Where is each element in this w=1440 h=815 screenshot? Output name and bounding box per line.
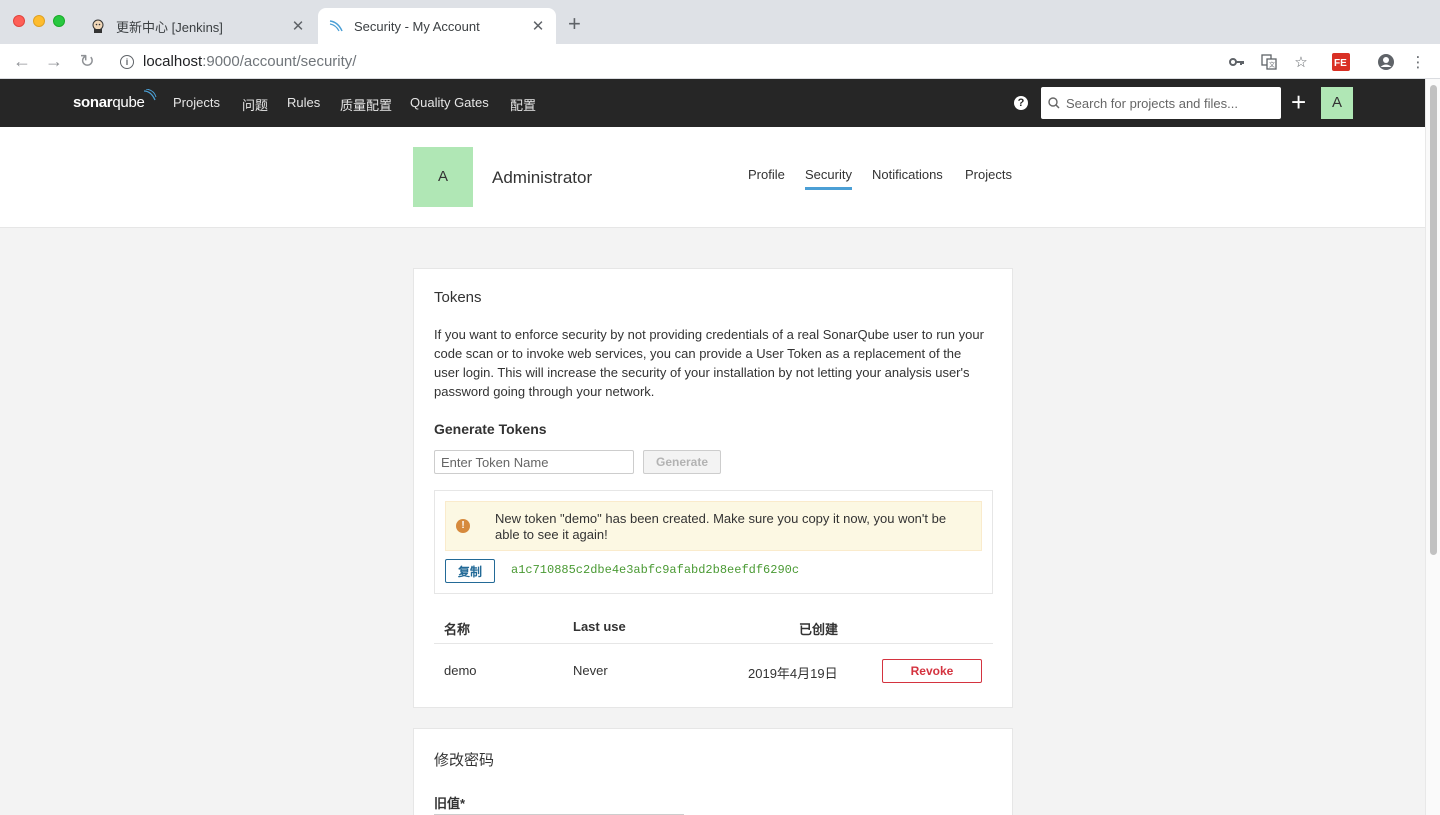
logo-wave-icon <box>143 89 157 101</box>
account-name: Administrator <box>492 168 593 187</box>
key-icon[interactable] <box>1227 52 1247 72</box>
url-host: localhost <box>143 53 203 70</box>
copy-button[interactable]: 复制 <box>445 559 495 583</box>
account-avatar: A <box>413 147 473 207</box>
jenkins-favicon-icon <box>90 18 106 34</box>
tab-security[interactable]: Security <box>805 167 852 190</box>
browser-toolbar: ← → ↻ i localhost:9000/account/security/… <box>0 44 1440 79</box>
browser-tab-security[interactable]: Security - My Account ✕ <box>318 8 556 44</box>
bookmark-star-icon[interactable]: ☆ <box>1291 52 1311 72</box>
browser-tabstrip: 更新中心 [Jenkins] ✕ Security - My Account ✕… <box>0 0 1440 44</box>
create-plus-icon[interactable]: + <box>1291 89 1306 115</box>
new-token-box: ! New token "demo" has been created. Mak… <box>434 490 993 594</box>
new-tab-plus-icon[interactable]: + <box>568 13 581 35</box>
change-password-title: 修改密码 <box>434 752 495 769</box>
scrollbar-thumb[interactable] <box>1430 85 1437 555</box>
token-value[interactable]: a1c710885c2dbe4e3abfc9afabd2b8eefdf6290c <box>511 563 799 577</box>
profile-account-icon[interactable] <box>1376 52 1396 72</box>
warning-icon: ! <box>456 519 470 533</box>
address-bar[interactable]: i localhost:9000/account/security/ <box>108 47 1218 76</box>
header-created: 已创建 <box>799 622 839 637</box>
svg-text:文: 文 <box>1269 61 1275 69</box>
tab-title: Security - My Account <box>354 18 480 34</box>
tab-profile[interactable]: Profile <box>748 167 785 187</box>
token-created-cell: 2019年4月19日 <box>748 666 838 681</box>
svg-text:FE: FE <box>1334 58 1347 69</box>
page-scrollbar[interactable] <box>1425 79 1440 815</box>
reload-icon[interactable]: ↻ <box>76 50 98 72</box>
nav-rules[interactable]: Rules <box>287 95 320 110</box>
window-minimize-button[interactable] <box>33 15 45 27</box>
alert-message: New token "demo" has been created. Make … <box>495 511 947 542</box>
token-name-cell: demo <box>444 663 477 678</box>
generate-button[interactable]: Generate <box>643 450 721 474</box>
tokens-description: If you want to enforce security by not p… <box>434 327 984 399</box>
nav-quality-profiles[interactable]: 质量配置 <box>340 95 392 114</box>
browser-menu-icon[interactable]: ⋮ <box>1408 52 1428 72</box>
search-icon <box>1048 97 1060 109</box>
site-info-icon[interactable]: i <box>120 54 134 69</box>
sonarqube-favicon-icon <box>328 18 344 34</box>
tokens-panel: Tokens If you want to enforce security b… <box>413 268 1013 708</box>
user-avatar[interactable]: A <box>1321 87 1353 119</box>
generate-tokens-title: Generate Tokens <box>434 421 547 437</box>
nav-projects[interactable]: Projects <box>173 95 220 110</box>
tab-notifications[interactable]: Notifications <box>872 167 943 187</box>
token-created-alert: ! New token "demo" has been created. Mak… <box>445 501 982 551</box>
url-path: :9000/account/security/ <box>202 53 357 70</box>
tab-projects[interactable]: Projects <box>965 167 1012 187</box>
tab-close-icon[interactable]: ✕ <box>528 17 548 35</box>
help-icon[interactable]: ? <box>1014 96 1028 110</box>
browser-tab-jenkins[interactable]: 更新中心 [Jenkins] ✕ <box>80 8 316 44</box>
forward-arrow-icon[interactable]: → <box>43 50 65 72</box>
nav-issues[interactable]: 问题 <box>242 95 268 114</box>
back-arrow-icon[interactable]: ← <box>11 50 33 72</box>
revoke-button[interactable]: Revoke <box>882 659 982 683</box>
token-name-input[interactable] <box>434 450 634 474</box>
global-search[interactable] <box>1041 87 1281 119</box>
window-close-button[interactable] <box>13 15 25 27</box>
logo-qube-text: qube <box>112 94 145 111</box>
logo-sonar-text: sonar <box>73 94 113 111</box>
sonarqube-navbar: sonarqube Projects 问题 Rules 质量配置 Quality… <box>0 79 1425 127</box>
header-name: 名称 <box>444 622 471 637</box>
table-divider <box>434 643 993 644</box>
account-header: A Administrator Profile Security Notific… <box>0 127 1425 228</box>
nav-quality-gates[interactable]: Quality Gates <box>410 95 489 110</box>
nav-administration[interactable]: 配置 <box>510 95 536 114</box>
old-password-label: 旧值* <box>434 796 466 811</box>
fe-extension-icon[interactable]: FE <box>1331 52 1351 72</box>
tokens-title: Tokens <box>434 289 482 306</box>
tab-title: 更新中心 [Jenkins] <box>116 19 223 35</box>
window-zoom-button[interactable] <box>53 15 65 27</box>
sonarqube-logo[interactable]: sonarqube <box>73 89 157 111</box>
search-input[interactable] <box>1066 95 1276 111</box>
header-last-use: Last use <box>573 619 626 634</box>
token-last-use-cell: Never <box>573 663 608 678</box>
change-password-panel: 修改密码 旧值* <box>413 728 1013 815</box>
tab-close-icon[interactable]: ✕ <box>288 17 308 35</box>
translate-icon[interactable]: 文 <box>1259 52 1279 72</box>
